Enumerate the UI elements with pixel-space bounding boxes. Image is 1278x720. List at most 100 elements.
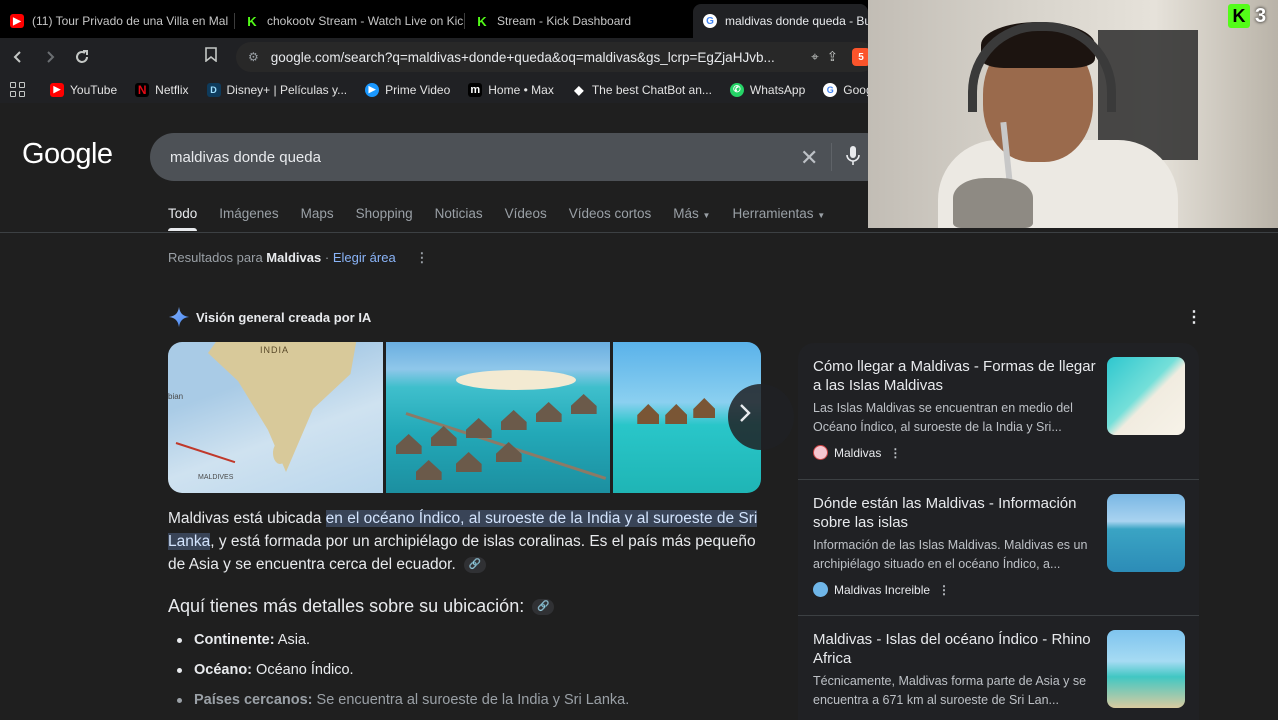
detail-key: Continente: xyxy=(194,632,275,648)
details-heading-text: Aquí tienes más detalles sobre su ubicac… xyxy=(168,596,525,616)
kick-viewer-badge: K 3 xyxy=(1228,4,1266,28)
ai-overview-title: Visión general creada por IA xyxy=(196,309,372,325)
bookmark-item[interactable]: ◆ The best ChatBot an... xyxy=(572,83,712,97)
url-text: google.com/search?q=maldivas+donde+queda… xyxy=(270,49,775,65)
caret-down-icon: ▼ xyxy=(702,211,711,220)
tab-images[interactable]: Imágenes xyxy=(219,206,278,221)
forward-icon[interactable] xyxy=(36,43,64,71)
map-label-maldives: MALDIVES xyxy=(198,474,234,481)
mate-cup xyxy=(953,178,1033,228)
tab-videos[interactable]: Vídeos xyxy=(505,206,547,221)
kick-icon: K xyxy=(245,14,259,29)
tab-more[interactable]: Más ▼ xyxy=(673,206,710,221)
site-settings-icon[interactable]: ⚙ xyxy=(248,50,259,64)
browser-tab[interactable]: K Stream - Kick Dashboard xyxy=(465,4,693,38)
source-snippet: Información de las Islas Maldivas. Maldi… xyxy=(813,538,1088,571)
tab-title: Stream - Kick Dashboard xyxy=(497,14,632,28)
site-name: Maldivas Increible xyxy=(834,582,931,597)
browser-tab[interactable]: ▶ (11) Tour Privado de una Villa en Mal xyxy=(0,4,235,38)
whatsapp-icon: ✆ xyxy=(729,82,744,97)
tab-maps[interactable]: Maps xyxy=(301,206,334,221)
location-icon[interactable]: ⌖ xyxy=(811,49,819,65)
source-link-icon[interactable]: 🔗 xyxy=(532,598,555,615)
detail-value: Se encuentra al suroeste de la India y S… xyxy=(312,692,630,708)
youtube-icon: ▶ xyxy=(10,14,24,28)
list-item: Continente: Asia. xyxy=(176,629,629,659)
google-icon: G xyxy=(703,14,717,28)
source-snippet: Las Islas Maldivas se encuentran en medi… xyxy=(813,401,1073,434)
search-query: maldivas donde queda xyxy=(170,148,321,166)
share-icon[interactable]: ⇪ xyxy=(827,49,838,65)
tab-more-label: Más xyxy=(673,206,699,221)
clear-search-icon[interactable]: ✕ xyxy=(800,145,818,171)
bookmark-item[interactable]: m Home • Max xyxy=(468,82,554,97)
apps-grid-icon[interactable] xyxy=(10,81,26,98)
bookmark-label: Home • Max xyxy=(488,82,554,97)
bookmark-item[interactable]: ▶ Prime Video xyxy=(365,82,450,97)
chevron-right-icon xyxy=(738,402,752,430)
results-for-label: Resultados para xyxy=(168,250,263,265)
source-title[interactable]: Cómo llegar a Maldivas - Formas de llega… xyxy=(813,357,1100,395)
list-item: Países cercanos: Se encuentra al suroest… xyxy=(176,689,630,719)
browser-tab[interactable]: K chokootv Stream - Watch Live on Kic xyxy=(235,4,465,38)
source-site[interactable]: Maldivas Increible ⋮ xyxy=(813,582,950,597)
source-thumbnail[interactable] xyxy=(1107,630,1185,708)
carousel-next-button[interactable] xyxy=(728,384,794,450)
disney-icon: D xyxy=(206,82,221,97)
browser-tab-active[interactable]: G maldivas donde queda - Bus xyxy=(693,4,868,38)
sources-panel: Cómo llegar a Maldivas - Formas de llega… xyxy=(798,343,1199,720)
source-title[interactable]: Dónde están las Maldivas - Información s… xyxy=(813,494,1100,532)
tab-tools[interactable]: Herramientas ▼ xyxy=(732,206,825,221)
bookmark-item[interactable]: N Netflix xyxy=(135,82,189,97)
tab-shopping[interactable]: Shopping xyxy=(356,206,413,221)
choose-area-link[interactable]: Elegir área xyxy=(333,250,396,265)
source-card[interactable]: Dónde están las Maldivas - Información s… xyxy=(798,479,1199,615)
google-icon: G xyxy=(823,82,838,97)
screen: ▶ (11) Tour Privado de una Villa en Mal … xyxy=(0,0,1278,720)
results-for-line: Resultados para Maldivas · Elegir área ⋮ xyxy=(168,250,428,266)
detail-key: Países cercanos: xyxy=(194,692,313,708)
source-site[interactable]: Maldivas ⋮ xyxy=(813,445,901,460)
detail-value: Asia. xyxy=(274,632,311,648)
tab-news[interactable]: Noticias xyxy=(435,206,483,221)
separator-dot: · xyxy=(324,250,330,265)
bookmark-item[interactable]: D Disney+ | Películas y... xyxy=(206,82,347,97)
more-options-icon[interactable]: ⋮ xyxy=(889,446,901,460)
address-bar[interactable]: ⚙ google.com/search?q=maldivas+donde+que… xyxy=(236,42,876,72)
map-image[interactable]: INDIA bian MALDIVES xyxy=(168,342,383,493)
overview-text-start: Maldivas está ubicada xyxy=(168,510,326,527)
source-card[interactable]: Maldivas - Islas del océano Índico - Rhi… xyxy=(798,615,1199,720)
villas-photo[interactable] xyxy=(385,342,611,493)
source-thumbnail[interactable] xyxy=(1107,494,1185,572)
netflix-icon: N xyxy=(135,82,150,97)
more-options-icon[interactable]: ⋮ xyxy=(938,583,950,597)
details-list: Continente: Asia. Océano: Océano Índico.… xyxy=(176,629,630,719)
max-icon: m xyxy=(468,82,483,97)
bookmark-item[interactable]: ▶ YouTube xyxy=(50,82,118,97)
bookmark-icon[interactable] xyxy=(205,47,217,67)
source-card[interactable]: Cómo llegar a Maldivas - Formas de llega… xyxy=(798,343,1199,479)
search-input[interactable]: maldivas donde queda xyxy=(150,133,890,181)
bookmark-label: YouTube xyxy=(70,82,118,97)
bookmark-item[interactable]: ✆ WhatsApp xyxy=(729,82,805,97)
source-link-icon[interactable]: 🔗 xyxy=(464,556,487,573)
tab-short-videos[interactable]: Vídeos cortos xyxy=(569,206,652,221)
reload-icon[interactable] xyxy=(68,43,96,71)
tab-title: (11) Tour Privado de una Villa en Mal xyxy=(32,14,229,28)
more-options-icon[interactable]: ⋮ xyxy=(415,250,428,265)
ai-overview-text: Maldivas está ubicada en el océano Índic… xyxy=(168,507,768,576)
site-name: Maldivas xyxy=(834,445,882,460)
ai-overview-menu-icon[interactable]: ⋮ xyxy=(1186,307,1202,327)
detail-value: Océano Índico. xyxy=(252,662,354,678)
details-heading: Aquí tienes más detalles sobre su ubicac… xyxy=(168,596,555,617)
microphone-icon[interactable] xyxy=(846,145,860,167)
chatbot-icon: ◆ xyxy=(574,82,584,97)
back-icon[interactable] xyxy=(4,43,32,71)
webcam-overlay xyxy=(868,0,1278,228)
google-logo[interactable]: Google xyxy=(22,138,113,171)
source-thumbnail[interactable] xyxy=(1107,357,1185,435)
source-title[interactable]: Maldivas - Islas del océano Índico - Rhi… xyxy=(813,630,1100,668)
tab-todo[interactable]: Todo xyxy=(168,206,198,231)
bookmark-label: The best ChatBot an... xyxy=(591,82,712,97)
gemini-sparkle-icon xyxy=(168,306,190,328)
